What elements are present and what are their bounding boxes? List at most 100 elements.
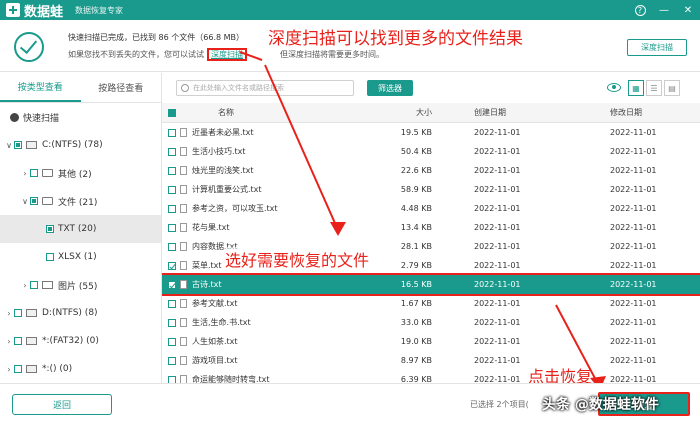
chevron-right-icon[interactable]: › bbox=[20, 169, 30, 178]
image-icon bbox=[42, 281, 53, 289]
scan-hint-text: 如果您找不到丢失的文件，您可以试试 深度扫描 bbox=[68, 48, 247, 61]
help-button[interactable]: ? bbox=[632, 2, 648, 18]
selected-count: 已选择 2个项目( bbox=[470, 400, 529, 409]
tree-checkbox[interactable] bbox=[30, 169, 38, 177]
table-row[interactable]: 参考文献.txt 1.67 KB 2022-11-01 2022-11-01 bbox=[162, 294, 700, 313]
sidebar-item-quick-scan[interactable]: 快速扫描 bbox=[0, 103, 161, 131]
sidebar-item-xlsx[interactable]: XLSX (1) bbox=[0, 243, 161, 271]
file-size: 19.5 KB bbox=[400, 128, 432, 137]
txt-file-icon bbox=[180, 185, 187, 194]
row-checkbox[interactable] bbox=[168, 356, 176, 365]
tab-by-type[interactable]: 按类型查看 bbox=[0, 73, 81, 102]
chevron-right-icon[interactable]: › bbox=[4, 337, 14, 346]
file-modified: 2022-11-01 bbox=[610, 261, 657, 270]
row-checkbox[interactable] bbox=[168, 261, 176, 270]
drive-icon bbox=[26, 337, 37, 345]
chevron-down-icon[interactable]: ∨ bbox=[4, 141, 14, 150]
file-created: 2022-11-01 bbox=[474, 242, 521, 251]
grid-icon: ▦ bbox=[632, 83, 640, 93]
file-size: 19.0 KB bbox=[400, 337, 432, 346]
file-size: 28.1 KB bbox=[400, 242, 432, 251]
table-row[interactable]: 生活小技巧.txt 50.4 KB 2022-11-01 2022-11-01 bbox=[162, 142, 700, 161]
chevron-down-icon[interactable]: ∨ bbox=[20, 197, 30, 206]
row-checkbox[interactable] bbox=[168, 337, 176, 346]
grid-view-button[interactable]: ▦ bbox=[628, 80, 644, 96]
tab-by-path[interactable]: 按路径查看 bbox=[81, 73, 162, 102]
row-checkbox[interactable] bbox=[168, 185, 176, 194]
table-row[interactable]: 近墨者未必黑.txt 19.5 KB 2022-11-01 2022-11-01 bbox=[162, 123, 700, 142]
row-checkbox[interactable] bbox=[168, 204, 176, 213]
sidebar-item-other[interactable]: › 其他 (2) bbox=[0, 159, 161, 187]
select-all-checkbox[interactable] bbox=[168, 108, 176, 117]
sidebar: 按类型查看 按路径查看 快速扫描 ∨ C:(NTFS) (78) › 其他 (2… bbox=[0, 73, 162, 383]
file-created: 2022-11-01 bbox=[474, 223, 521, 232]
header-size[interactable]: 大小 bbox=[416, 107, 432, 118]
minimize-button[interactable]: — bbox=[656, 2, 672, 18]
detail-view-button[interactable]: ▤ bbox=[664, 80, 680, 96]
preview-eye-icon[interactable] bbox=[607, 83, 621, 92]
sidebar-item-fat32[interactable]: › *:(FAT32) (0) bbox=[0, 327, 161, 355]
row-checkbox[interactable] bbox=[168, 147, 176, 156]
tree-checkbox[interactable] bbox=[14, 337, 22, 345]
row-checkbox[interactable] bbox=[168, 280, 176, 289]
table-row[interactable]: 古诗.txt 16.5 KB 2022-11-01 2022-11-01 bbox=[162, 273, 700, 296]
back-button[interactable]: 返回 bbox=[12, 394, 112, 415]
table-row[interactable]: 花与果.txt 13.4 KB 2022-11-01 2022-11-01 bbox=[162, 218, 700, 237]
header-created[interactable]: 创建日期 bbox=[474, 107, 506, 118]
file-modified: 2022-11-01 bbox=[610, 166, 657, 175]
app-subtitle: 数据恢复专家 bbox=[75, 5, 124, 15]
file-created: 2022-11-01 bbox=[474, 318, 521, 327]
row-checkbox[interactable] bbox=[168, 128, 176, 137]
list-view-button[interactable]: ☰ bbox=[646, 80, 662, 96]
sidebar-item-images[interactable]: › 图片 (55) bbox=[0, 271, 161, 299]
sidebar-item-documents[interactable]: ∨ 文件 (21) bbox=[0, 187, 161, 215]
row-checkbox[interactable] bbox=[168, 166, 176, 175]
row-checkbox[interactable] bbox=[168, 375, 176, 383]
tree-checkbox[interactable] bbox=[30, 281, 38, 289]
table-row[interactable]: 烛光里的浅笑.txt 22.6 KB 2022-11-01 2022-11-01 bbox=[162, 161, 700, 180]
tree-checkbox[interactable] bbox=[14, 309, 22, 317]
tree-checkbox[interactable] bbox=[14, 141, 22, 149]
tree-checkbox[interactable] bbox=[14, 365, 22, 373]
file-name: 参考之资，可以攻玉.txt bbox=[192, 204, 278, 213]
chevron-right-icon[interactable]: › bbox=[20, 281, 30, 290]
file-size: 8.97 KB bbox=[400, 356, 432, 365]
sidebar-item-c-drive[interactable]: ∨ C:(NTFS) (78) bbox=[0, 131, 161, 159]
table-row[interactable]: 参考之资，可以攻玉.txt 4.48 KB 2022-11-01 2022-11-01 bbox=[162, 199, 700, 218]
scan-complete-check-icon bbox=[14, 32, 44, 62]
txt-file-icon bbox=[180, 242, 187, 251]
header-modified[interactable]: 修改日期 bbox=[610, 107, 642, 118]
table-row[interactable]: 生活,生命.书.txt 33.0 KB 2022-11-01 2022-11-01 bbox=[162, 313, 700, 332]
tree-checkbox[interactable] bbox=[46, 253, 54, 261]
file-name: 生活小技巧.txt bbox=[192, 147, 246, 156]
search-input[interactable]: 在此处输入文件名或路径搜索 bbox=[176, 80, 354, 96]
chevron-right-icon[interactable]: › bbox=[4, 309, 14, 318]
table-row[interactable]: 人生如茶.txt 19.0 KB 2022-11-01 2022-11-01 bbox=[162, 332, 700, 351]
sidebar-item-d-drive[interactable]: › D:(NTFS) (8) bbox=[0, 299, 161, 327]
table-row[interactable]: 计算机重要公式.txt 58.9 KB 2022-11-01 2022-11-01 bbox=[162, 180, 700, 199]
row-checkbox[interactable] bbox=[168, 242, 176, 251]
table-row[interactable]: 命运能够随时转弯.txt 6.39 KB 2022-11-01 2022-11-01 bbox=[162, 370, 700, 383]
tree-checkbox[interactable] bbox=[46, 225, 54, 233]
deep-scan-link[interactable]: 深度扫描 bbox=[207, 48, 247, 61]
tree-checkbox[interactable] bbox=[30, 197, 38, 205]
document-icon bbox=[42, 197, 53, 205]
sidebar-item-unknown-drive[interactable]: › *:() (0) bbox=[0, 355, 161, 383]
deep-scan-button[interactable]: 深度扫描 bbox=[627, 39, 687, 56]
row-checkbox[interactable] bbox=[168, 318, 176, 327]
sidebar-item-txt[interactable]: TXT (20) bbox=[0, 215, 161, 243]
file-size: 33.0 KB bbox=[400, 318, 432, 327]
filter-button[interactable]: 筛选器 bbox=[367, 80, 413, 96]
file-size: 58.9 KB bbox=[400, 185, 432, 194]
row-checkbox[interactable] bbox=[168, 223, 176, 232]
table-row[interactable]: 游戏项目.txt 8.97 KB 2022-11-01 2022-11-01 bbox=[162, 351, 700, 370]
header-name[interactable]: 名称 bbox=[218, 107, 234, 118]
file-size: 1.67 KB bbox=[400, 299, 432, 308]
chevron-right-icon[interactable]: › bbox=[4, 365, 14, 374]
close-button[interactable]: ✕ bbox=[680, 2, 696, 18]
row-checkbox[interactable] bbox=[168, 299, 176, 308]
sidebar-item-label: XLSX (1) bbox=[58, 252, 97, 262]
file-size: 13.4 KB bbox=[400, 223, 432, 232]
file-created: 2022-11-01 bbox=[474, 337, 521, 346]
app-logo-icon bbox=[6, 3, 20, 17]
